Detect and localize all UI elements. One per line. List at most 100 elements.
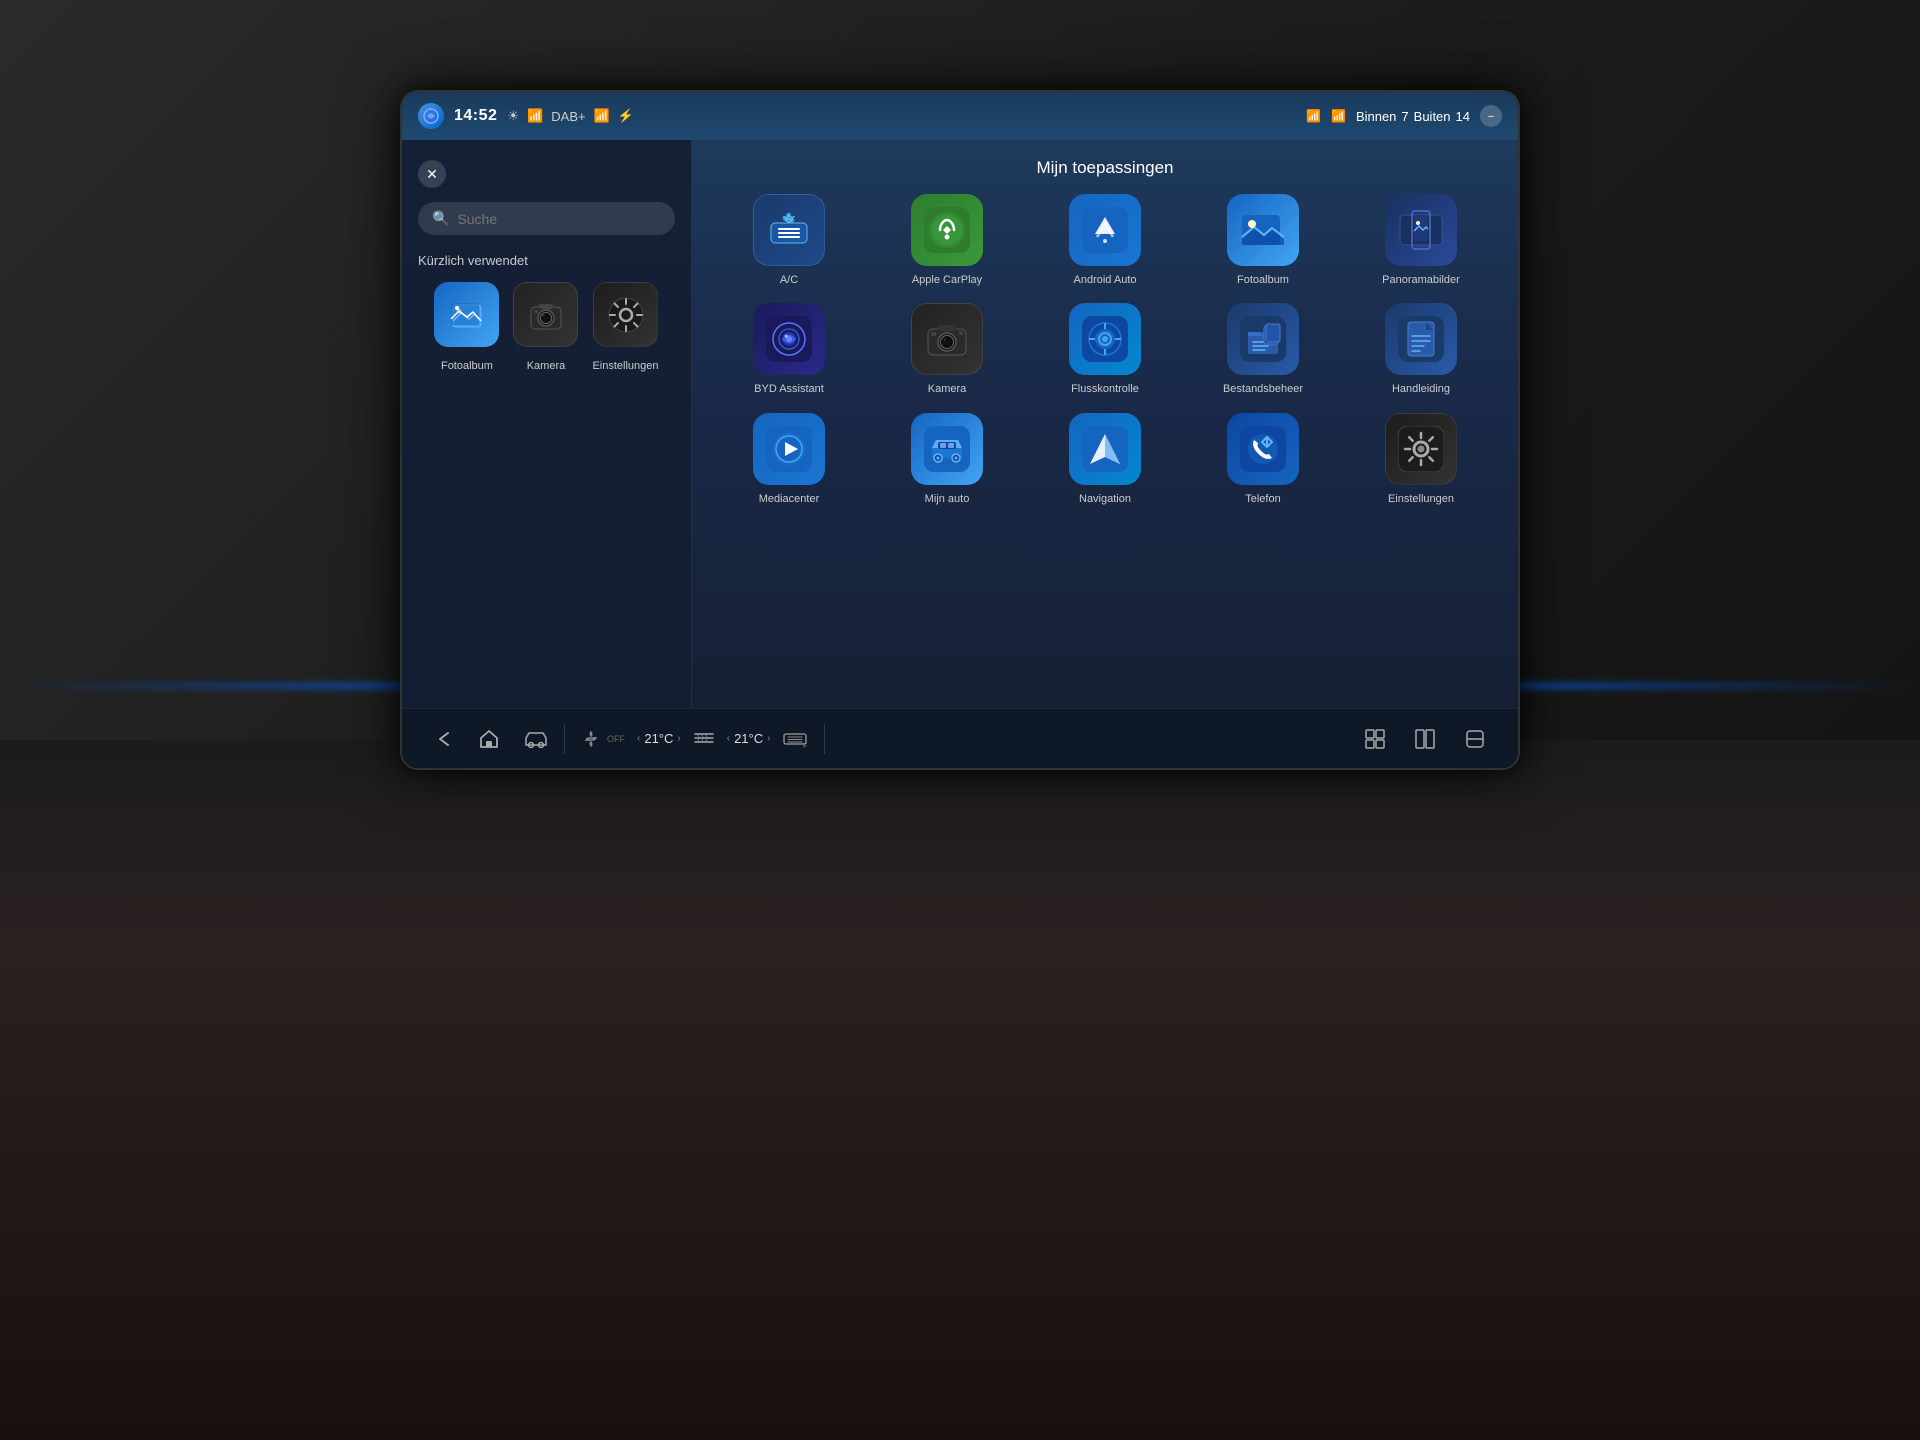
bluetooth-icon: ⚡ [618, 108, 634, 124]
ac-mode-button[interactable] [681, 730, 727, 748]
right-panel: Mijn toepassingen [692, 140, 1518, 708]
recently-label: Kürzlich verwendet [418, 253, 675, 268]
status-icons: ☀ 📶 DAB+ 📶 ⚡ [507, 108, 634, 124]
sleep-button[interactable]: – [1480, 105, 1502, 127]
split-view-button[interactable] [1402, 728, 1448, 750]
fotoalbum-label: Fotoalbum [1237, 273, 1289, 287]
recent-app-einstellungen[interactable]: Einstellungen [592, 282, 658, 373]
kamera-recent-label: Kamera [527, 359, 566, 373]
flow-icon [1069, 303, 1141, 375]
navigation-label: Navigation [1079, 492, 1131, 506]
status-left: 14:52 ☀ 📶 DAB+ 📶 ⚡ [418, 103, 634, 129]
app-android-auto[interactable]: Android Auto [1032, 194, 1178, 287]
manual-icon [1385, 303, 1457, 375]
dab-label: DAB+ [551, 109, 585, 124]
phone-icon [1227, 413, 1299, 485]
app-navigation[interactable]: Navigation [1032, 413, 1178, 506]
panorama-label: Panoramabilder [1382, 273, 1460, 287]
home-button[interactable] [466, 709, 512, 768]
einstellungen-label: Einstellungen [1388, 492, 1454, 506]
recent-app-fotoalbum[interactable]: Fotoalbum [434, 282, 499, 373]
inside-label: Binnen [1356, 109, 1396, 124]
outside-label: Buiten [1414, 109, 1451, 124]
back-button[interactable] [422, 709, 466, 768]
main-content: ✕ 🔍 Kürzlich verwendet [402, 140, 1518, 708]
app-flusskontrolle[interactable]: Flusskontrolle [1032, 303, 1178, 396]
inside-temp: 7 [1401, 109, 1408, 124]
byd-logo [418, 103, 444, 129]
files-icon [1227, 303, 1299, 375]
app-einstellungen[interactable]: Einstellungen [1348, 413, 1494, 506]
einstellungen-recent-label: Einstellungen [592, 359, 658, 373]
temp-left-decrease[interactable]: ‹ [637, 733, 640, 744]
app-carplay[interactable]: Apple CarPlay [874, 194, 1020, 287]
kamera-label: Kamera [928, 382, 967, 396]
fotoalbum-icon [1227, 194, 1299, 266]
fotoalbum-recent-icon [434, 282, 499, 347]
recent-app-kamera[interactable]: Kamera [513, 282, 578, 373]
bestandsbeheer-label: Bestandsbeheer [1223, 382, 1303, 396]
separator-2 [824, 724, 825, 754]
mediacenter-label: Mediacenter [759, 492, 820, 506]
fan-control-left[interactable]: OFF [569, 729, 637, 749]
bottom-right-nav [1352, 728, 1498, 750]
switch-app-button[interactable] [1452, 728, 1498, 750]
outside-temp: 14 [1456, 109, 1470, 124]
close-button[interactable]: ✕ [418, 160, 446, 188]
left-panel: ✕ 🔍 Kürzlich verwendet [402, 140, 692, 708]
temp-right-value: 21°C [734, 731, 763, 746]
infotainment-screen: 14:52 ☀ 📶 DAB+ 📶 ⚡ 📶 📶 Binnen 7 Buiten 1… [400, 90, 1520, 770]
carplay-label: Apple CarPlay [912, 273, 982, 287]
settings-icon [1385, 413, 1457, 485]
search-box[interactable]: 🔍 [418, 202, 675, 235]
flusskontrolle-label: Flusskontrolle [1071, 382, 1139, 396]
kamera-recent-icon [513, 282, 578, 347]
wifi-icon: 📶 [594, 108, 610, 124]
android-icon [1069, 194, 1141, 266]
signal-bars: 📶 [527, 108, 543, 124]
nav-icon [1069, 413, 1141, 485]
separator-1 [564, 724, 565, 754]
app-mijn-auto[interactable]: Mijn auto [874, 413, 1020, 506]
byd-assistant-label: BYD Assistant [754, 382, 824, 396]
car-button[interactable] [512, 709, 560, 768]
einstellungen-recent-icon [593, 282, 658, 347]
app-handleiding[interactable]: Handleiding [1348, 303, 1494, 396]
apps-title: Mijn toepassingen [716, 158, 1494, 178]
car-background: 14:52 ☀ 📶 DAB+ 📶 ⚡ 📶 📶 Binnen 7 Buiten 1… [0, 0, 1920, 1440]
fan-off-label: OFF [607, 734, 625, 744]
app-fotoalbum[interactable]: Fotoalbum [1190, 194, 1336, 287]
mijn-auto-label: Mijn auto [925, 492, 970, 506]
app-ac[interactable]: A/C [716, 194, 862, 287]
status-right: 📶 📶 Binnen 7 Buiten 14 – [1306, 105, 1502, 127]
apps-grid: A/C [716, 194, 1494, 506]
ac-icon [753, 194, 825, 266]
app-mediacenter[interactable]: Mediacenter [716, 413, 862, 506]
clock: 14:52 [454, 107, 497, 125]
temp-left-value: 21°C [644, 731, 673, 746]
search-input[interactable] [457, 211, 661, 227]
android-auto-label: Android Auto [1074, 273, 1137, 287]
search-icon: 🔍 [432, 210, 449, 227]
dashboard-surround [0, 740, 1920, 1440]
app-byd-assistant[interactable]: BYD Assistant [716, 303, 862, 396]
bottom-bar: OFF ‹ 21°C › ‹ 21°C › [402, 708, 1518, 768]
status-bar: 14:52 ☀ 📶 DAB+ 📶 ⚡ 📶 📶 Binnen 7 Buiten 1… [402, 92, 1518, 140]
app-bestandsbeheer[interactable]: Bestandsbeheer [1190, 303, 1336, 396]
app-kamera[interactable]: Kamera [874, 303, 1020, 396]
signal-bars2: 📶 [1331, 109, 1346, 123]
app-panorama[interactable]: Panoramabilder [1348, 194, 1494, 287]
grid-view-button[interactable] [1352, 728, 1398, 750]
fotoalbum-recent-label: Fotoalbum [441, 359, 493, 373]
rear-label: F [803, 743, 807, 748]
recent-apps-grid: Fotoalbum [418, 282, 675, 373]
app-telefon[interactable]: Telefon [1190, 413, 1336, 506]
temp-right-decrease[interactable]: ‹ [727, 733, 730, 744]
kamera-icon [911, 303, 983, 375]
cell-signal: 📶 [1306, 109, 1321, 123]
byd-icon [753, 303, 825, 375]
rear-defroster-button[interactable]: F [770, 730, 820, 748]
temp-left-section: ‹ 21°C › [637, 731, 681, 746]
mycar-icon [911, 413, 983, 485]
panorama-icon [1385, 194, 1457, 266]
